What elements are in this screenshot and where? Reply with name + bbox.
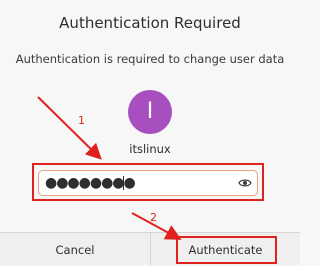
- authentication-dialog: Authentication Required Authentication i…: [0, 0, 300, 266]
- password-masked-value: ●●●●●●●●: [45, 175, 136, 191]
- annotation-marker-1: 1: [78, 114, 85, 127]
- avatar: I: [128, 90, 172, 134]
- dialog-message: Authentication is required to change use…: [15, 52, 285, 66]
- annotation-marker-2: 2: [150, 211, 157, 224]
- password-input[interactable]: ●●●●●●●●: [38, 170, 258, 196]
- text-cursor: [123, 176, 124, 190]
- cancel-button[interactable]: Cancel: [0, 233, 150, 266]
- eye-icon[interactable]: [238, 177, 252, 189]
- authenticate-highlight-box: [176, 236, 277, 264]
- dialog-title: Authentication Required: [59, 14, 241, 32]
- username-label: itslinux: [129, 142, 171, 156]
